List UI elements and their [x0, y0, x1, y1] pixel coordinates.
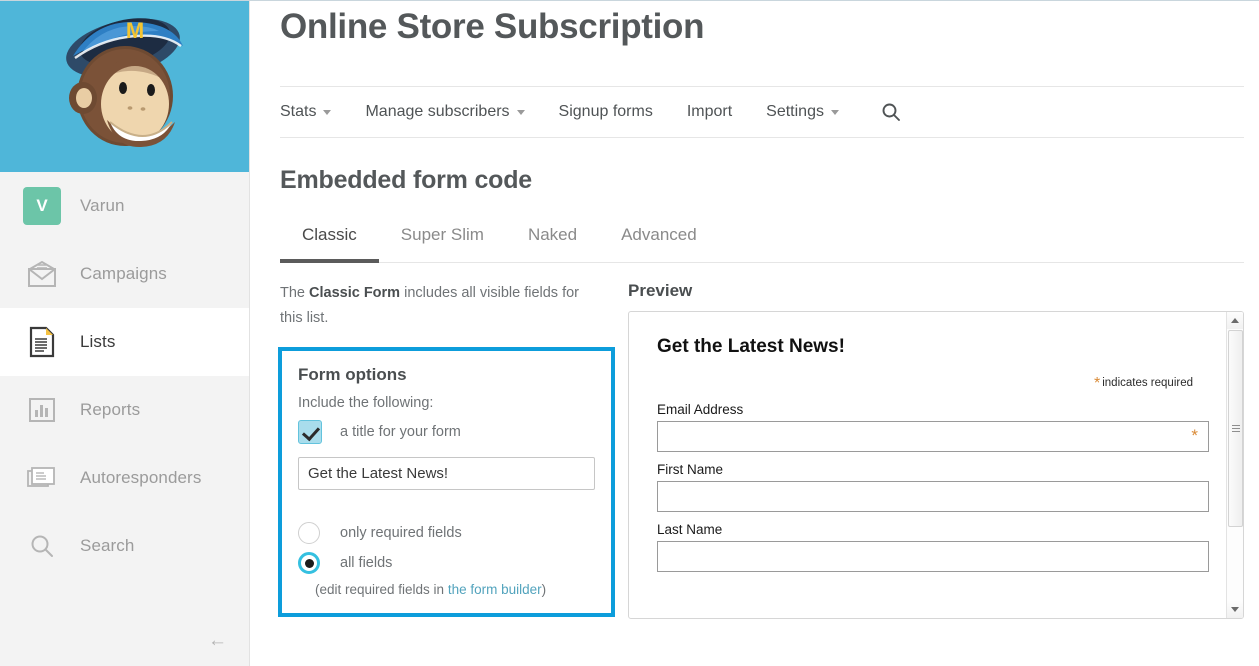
required-note-text: indicates required [1102, 377, 1193, 389]
topnav-label: Manage subscribers [365, 103, 510, 120]
topnav-label: Stats [280, 103, 317, 120]
chevron-down-icon [830, 109, 839, 115]
preview-field-label: Email Address [657, 402, 744, 417]
form-builder-link[interactable]: the form builder [448, 582, 542, 597]
bar-chart-icon [22, 390, 62, 430]
sidebar-item-account[interactable]: V Varun [0, 172, 249, 240]
chevron-down-icon [323, 109, 332, 115]
scroll-up-button[interactable] [1227, 312, 1243, 329]
topnav-label: Signup forms [558, 103, 653, 120]
scrollbar-thumb[interactable] [1228, 330, 1243, 527]
sidebar-item-label: Search [80, 536, 135, 555]
email-address-input[interactable]: * [657, 421, 1209, 452]
sidebar-item-lists[interactable]: Lists [0, 308, 249, 376]
form-options-panel: Form options Include the following: a ti… [278, 347, 615, 617]
sidebar-item-label: Lists [80, 332, 116, 351]
preview-field-last-name: Last Name [657, 522, 1209, 572]
form-options-title: Form options [298, 365, 407, 384]
include-title-checkbox[interactable] [298, 420, 322, 444]
fields-radio-group: only required fields all fields (edit re… [298, 522, 595, 597]
tab-classic[interactable]: Classic [280, 221, 379, 263]
svg-text:M: M [125, 18, 143, 43]
sidebar-item-campaigns[interactable]: Campaigns [0, 240, 249, 308]
list-topnav: Stats Manage subscribers Signup forms Im… [280, 86, 1244, 138]
topnav-item-manage-subscribers[interactable]: Manage subscribers [365, 103, 525, 121]
preview-scrollbar[interactable] [1226, 312, 1243, 618]
mailchimp-app-window: M V Varun Campaigns Lists Reports Autore… [0, 0, 1259, 666]
preview-form: Get the Latest News! * indicates required… [629, 312, 1243, 618]
only-required-fields-label: only required fields [340, 525, 462, 541]
topnav-label: Import [686, 103, 733, 120]
form-code-body: The Classic Form includes all visible fi… [278, 281, 1259, 619]
preview-title: Preview [628, 281, 693, 300]
radio-row-only-required[interactable]: only required fields [298, 522, 595, 544]
avatar-initial: V [23, 187, 61, 225]
page-title: Online Store Subscription [280, 7, 705, 46]
form-description-bold: Classic Form [309, 285, 401, 301]
tab-super-slim[interactable]: Super Slim [379, 221, 506, 263]
topnav-item-stats[interactable]: Stats [280, 103, 332, 121]
sidebar-item-label: Autoresponders [80, 468, 202, 487]
avatar: V [22, 186, 62, 226]
scrollbar-grip-icon [1232, 424, 1240, 433]
topnav-item-settings[interactable]: Settings [766, 103, 839, 121]
form-description-pre: The [280, 285, 310, 301]
sidebar-nav-list: V Varun Campaigns Lists Reports Autoresp… [0, 172, 249, 580]
edit-required-fields-hint: (edit required fields in the form builde… [315, 582, 595, 597]
topnav-label: Settings [766, 103, 824, 120]
sidebar-item-autoresponders[interactable]: Autoresponders [0, 444, 249, 512]
preview-form-heading: Get the Latest News! [657, 336, 845, 357]
scroll-down-arrow-icon [1231, 607, 1239, 612]
preview-field-first-name: First Name [657, 462, 1209, 512]
scroll-up-arrow-icon [1231, 318, 1239, 323]
sidebar-item-label: Campaigns [80, 264, 167, 283]
include-title-checkbox-row[interactable]: a title for your form [298, 420, 595, 444]
hint-pre: (edit required fields in [315, 582, 448, 597]
radio-row-all-fields[interactable]: all fields [298, 552, 595, 574]
list-document-icon [22, 322, 62, 362]
form-options-column: The Classic Form includes all visible fi… [278, 281, 615, 619]
first-name-input[interactable] [657, 481, 1209, 512]
tab-naked[interactable]: Naked [506, 221, 599, 263]
sidebar-item-reports[interactable]: Reports [0, 376, 249, 444]
section-title: Embedded form code [280, 166, 532, 194]
hint-post: ) [541, 582, 547, 597]
sidebar-item-search[interactable]: Search [0, 512, 249, 580]
last-name-input[interactable] [657, 541, 1209, 572]
tab-advanced[interactable]: Advanced [599, 221, 719, 263]
sidebar-item-label: Reports [80, 400, 141, 419]
sidebar-account-name: Varun [80, 196, 125, 215]
required-note: * indicates required [657, 376, 1209, 392]
search-icon [22, 526, 62, 566]
preview-column: Preview Get the Latest News! * indicates … [628, 281, 1259, 619]
form-title-input[interactable] [298, 457, 595, 490]
autoresponder-icon [22, 458, 62, 498]
scroll-down-button[interactable] [1227, 601, 1243, 618]
all-fields-radio[interactable] [298, 552, 320, 574]
preview-field-label: Last Name [657, 522, 723, 537]
form-description: The Classic Form includes all visible fi… [280, 281, 600, 331]
asterisk-icon: * [1191, 426, 1198, 445]
preview-field-email: Email Address * [657, 402, 1209, 452]
sidebar-collapse-button[interactable]: ← [208, 631, 227, 650]
search-icon [882, 103, 900, 121]
all-fields-label: all fields [340, 555, 393, 571]
envelope-icon [22, 254, 62, 294]
form-type-tabs: Classic Super Slim Naked Advanced [280, 221, 1244, 263]
mailchimp-freddie-logo[interactable]: M [0, 1, 249, 172]
preview-frame: Get the Latest News! * indicates required… [628, 311, 1244, 619]
asterisk-icon: * [1093, 375, 1101, 392]
topnav-item-import[interactable]: Import [687, 103, 732, 121]
form-options-subtitle: Include the following: [298, 395, 434, 411]
chevron-down-icon [516, 109, 525, 115]
only-required-fields-radio[interactable] [298, 522, 320, 544]
topnav-search-button[interactable] [881, 102, 901, 122]
include-title-label: a title for your form [340, 424, 461, 440]
topnav-item-signup-forms[interactable]: Signup forms [559, 103, 653, 121]
main-content: Online Store Subscription Stats Manage s… [250, 1, 1259, 666]
sidebar: M V Varun Campaigns Lists Reports Autore… [0, 1, 250, 666]
preview-field-label: First Name [657, 462, 724, 477]
